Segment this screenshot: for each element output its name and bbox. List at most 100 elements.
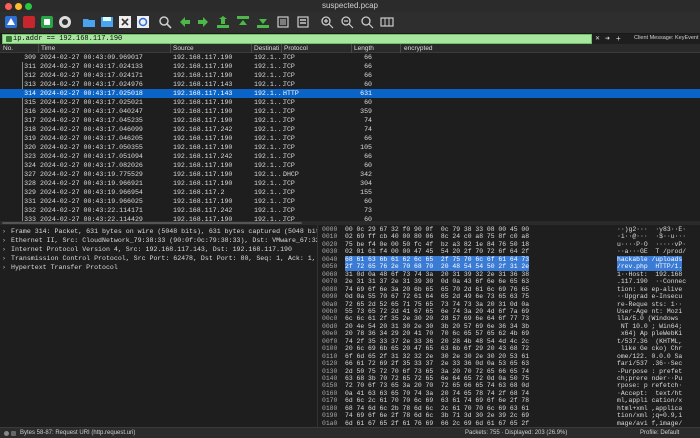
resize-columns-icon[interactable] [380,15,394,29]
packet-row[interactable]: 315 2024-02-27 00:43:17.025021 192.168.117… [0,98,700,107]
packet-list[interactable]: 309 2024-02-27 00:43:09.969017 192.168.117… [0,53,700,221]
packet-length: 105 [360,144,372,151]
close-icon[interactable] [118,15,132,29]
packet-number: 331 [24,198,36,205]
packet-row[interactable]: 314 2024-02-27 00:43:17.025018 192.168.117… [0,89,700,98]
packet-protocol: TCP [283,54,295,61]
packet-number: 317 [24,117,36,124]
hex-row[interactable]: 01a0 6d 61 67 65 2f 61 76 69 66 2c 69 6d … [319,420,700,427]
packet-source: 192.168.117.190 [173,198,233,205]
add-filter-button-icon[interactable]: + [616,34,621,43]
packet-row[interactable]: 324 2024-02-27 00:43:17.082026 192.168.117… [0,161,700,170]
packet-source: 192.168.117.242 [173,207,233,214]
column-header-no[interactable]: No. [3,45,13,52]
scrollbar-thumb[interactable] [2,222,302,224]
packet-row[interactable]: 329 2024-02-27 00:43:19.966954 192.168.117… [0,188,700,197]
column-header-length[interactable]: Length [354,45,374,52]
open-icon[interactable] [82,15,96,29]
zoom-in-icon[interactable] [320,15,334,29]
options-icon[interactable] [58,15,72,29]
clear-filter-icon[interactable]: ✕ [595,35,600,42]
packet-protocol: TCP [283,153,295,160]
packet-destination: 192.1... [254,117,286,124]
status-profile[interactable]: Profile: Default [640,428,679,438]
stop-icon[interactable] [22,15,36,29]
packet-row[interactable]: 332 2024-02-27 00:43:22.114171 192.168.117… [0,206,700,215]
forward-icon[interactable] [196,15,210,29]
packet-row[interactable]: 312 2024-02-27 00:43:17.024171 192.168.117… [0,71,700,80]
search-icon[interactable] [158,15,172,29]
packet-number: 320 [24,144,36,151]
column-header-destination[interactable]: Destinati [254,45,279,52]
packet-time: 2024-02-27 00:43:19.775529 [40,171,143,178]
filter-button-client-message[interactable]: Client Message: KeyEvent [634,35,699,41]
detail-tree-item[interactable]: › Ethernet II, Src: CloudNetwork_79:38:33… [2,236,317,245]
chevron-right-icon[interactable]: › [2,236,11,245]
packet-protocol: TCP [283,180,295,187]
chevron-right-icon[interactable]: › [2,254,11,263]
display-filter-value: ip.addr == 192.168.117.190 [13,35,123,43]
autoscroll-icon[interactable] [276,15,290,29]
zoom-reset-icon[interactable] [360,15,374,29]
first-icon[interactable] [236,15,250,29]
colorize-icon[interactable] [296,15,310,29]
packet-length: 304 [360,180,372,187]
packet-row[interactable]: 316 2024-02-27 00:43:17.040247 192.168.117… [0,107,700,116]
column-header-source[interactable]: Source [173,45,194,52]
back-icon[interactable] [178,15,192,29]
packet-protocol: TCP [283,63,295,70]
zoom-out-icon[interactable] [340,15,354,29]
detail-tree-item[interactable]: › Hypertext Transfer Protocol [2,263,118,272]
column-header-protocol[interactable]: Protocol [284,45,308,52]
packet-protocol: TCP [283,108,295,115]
packet-source: 192.168.117.190 [173,54,233,61]
capture-comment-icon[interactable] [11,431,16,436]
packet-row[interactable]: 311 2024-02-27 00:43:17.024133 192.168.117… [0,62,700,71]
packet-length: 66 [364,63,372,70]
packet-protocol: TCP [283,126,295,133]
packet-protocol: TCP [283,99,295,106]
packet-number: 323 [24,153,36,160]
packet-row[interactable]: 317 2024-02-27 00:43:17.045235 192.168.117… [0,116,700,125]
packet-details-pane[interactable]: › Frame 314: Packet, 631 bytes on wire (5… [0,225,318,427]
packet-row[interactable]: 328 2024-02-27 00:43:19.966921 192.168.117… [0,179,700,188]
packet-row[interactable]: 318 2024-02-27 00:43:17.046099 192.168.117… [0,125,700,134]
packet-row[interactable]: 327 2024-02-27 00:43:19.775529 192.168.117… [0,170,700,179]
packet-row[interactable]: 319 2024-02-27 00:43:17.046205 192.168.117… [0,134,700,143]
column-header-encrypted[interactable]: encrypted [404,45,433,52]
packet-length: 60 [364,81,372,88]
packet-row[interactable]: 313 2024-02-27 00:43:17.024976 192.168.117… [0,80,700,89]
display-filter-input[interactable]: ip.addr == 192.168.117.190 [2,34,592,44]
detail-tree-item[interactable]: › Frame 314: Packet, 631 bytes on wire (5… [2,227,317,236]
packet-row[interactable]: 309 2024-02-27 00:43:09.969017 192.168.117… [0,53,700,62]
restart-icon[interactable] [40,15,54,29]
packet-protocol: TCP [283,81,295,88]
packet-row[interactable]: 320 2024-02-27 00:43:17.050355 192.168.117… [0,143,700,152]
packet-number: 328 [24,180,36,187]
detail-tree-item[interactable]: › Transmission Control Protocol, Src Port… [2,254,318,263]
packet-number: 332 [24,207,36,214]
detail-tree-label: Transmission Control Protocol, Src Port:… [11,255,318,262]
packet-bytes-pane[interactable]: 0000 00 0c 29 67 32 f0 90 0f 0c 79 38 33 … [319,225,700,427]
packet-destination: 192.1... [254,198,286,205]
packet-time: 2024-02-27 00:43:19.966025 [40,198,143,205]
apply-filter-icon[interactable]: ➜ [605,35,610,42]
column-header-time[interactable]: Time [41,45,55,52]
packet-source: 192.168.117.242 [173,153,233,160]
main-toolbar [0,12,700,34]
packet-row[interactable]: 323 2024-02-27 00:43:17.051094 192.168.117… [0,152,700,161]
packet-time: 2024-02-27 00:43:09.969017 [40,54,143,61]
bookmark-icon[interactable] [6,36,12,42]
expert-info-icon[interactable] [4,431,9,436]
reload-icon[interactable] [136,15,150,29]
last-icon[interactable] [256,15,270,29]
goto-icon[interactable] [216,15,230,29]
packet-protocol: TCP [283,117,295,124]
shark-fin-icon[interactable] [4,15,18,29]
chevron-right-icon[interactable]: › [2,227,11,236]
save-icon[interactable] [100,15,114,29]
detail-tree-item[interactable]: › Internet Protocol Version 4, Src: 192.1… [2,245,292,254]
chevron-right-icon[interactable]: › [2,263,11,272]
packet-row[interactable]: 331 2024-02-27 00:43:19.966025 192.168.117… [0,197,700,206]
chevron-right-icon[interactable]: › [2,245,11,254]
